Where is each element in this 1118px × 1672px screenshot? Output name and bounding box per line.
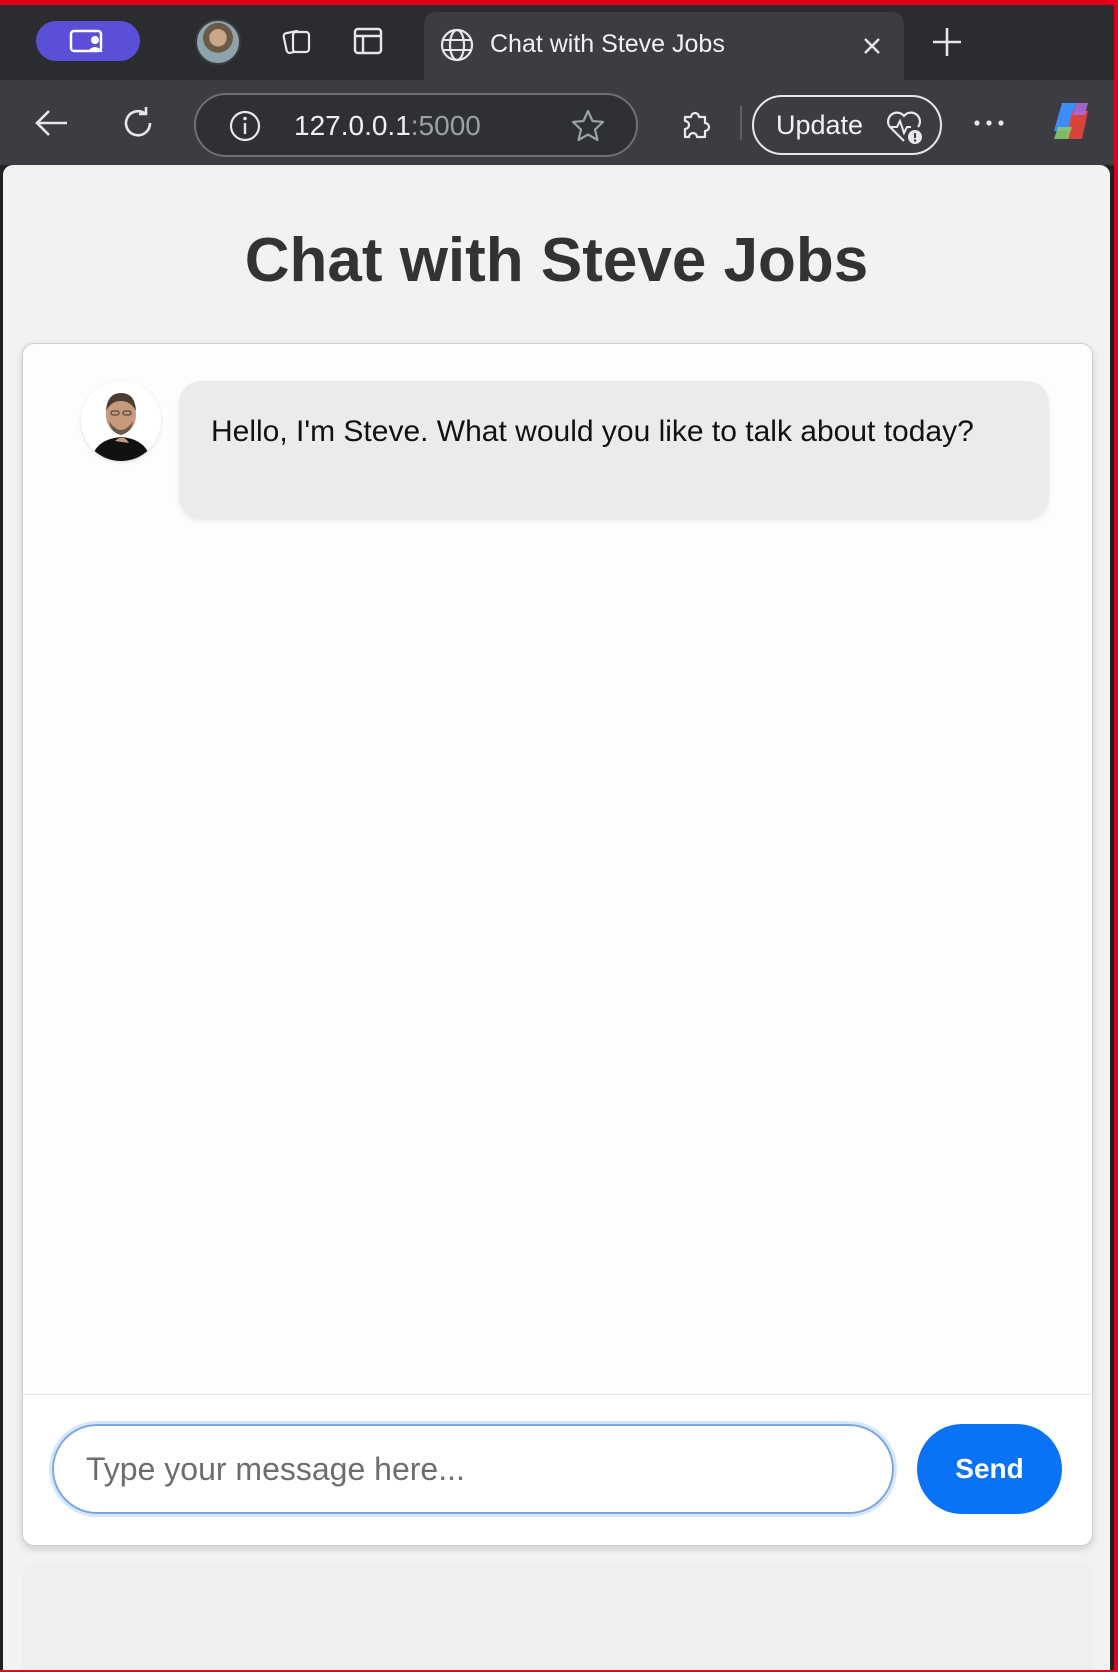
sidebar-icon	[353, 27, 383, 55]
send-button[interactable]: Send	[917, 1424, 1062, 1514]
more-button[interactable]	[966, 100, 1012, 146]
chat-container: Hello, I'm Steve. What would you like to…	[22, 343, 1093, 1546]
refresh-button[interactable]	[115, 100, 161, 146]
steve-portrait-icon	[81, 381, 161, 461]
page-footer-area	[22, 1565, 1093, 1670]
back-button[interactable]	[28, 100, 74, 146]
refresh-icon	[124, 107, 152, 137]
info-icon[interactable]	[228, 109, 262, 143]
new-tab-icon[interactable]	[928, 23, 966, 61]
tab-title: Chat with Steve Jobs	[490, 30, 725, 58]
workspaces-icon	[69, 29, 103, 53]
copilot-icon[interactable]	[1048, 97, 1096, 145]
globe-icon	[440, 28, 474, 62]
favorite-star-icon[interactable]	[570, 108, 606, 144]
collections-button[interactable]	[278, 21, 318, 61]
update-button[interactable]: Update	[752, 95, 942, 155]
input-area: Send	[23, 1394, 1092, 1545]
update-label: Update	[776, 110, 864, 140]
message-input[interactable]	[49, 1421, 897, 1517]
heartbeat-icon	[887, 111, 922, 144]
back-icon	[35, 110, 67, 136]
url-text[interactable]: 127.0.0.1:5000	[294, 110, 481, 142]
steve-avatar	[81, 381, 161, 461]
page-viewport: Chat with Steve Jobs Hello, I'm Steve. W…	[3, 165, 1110, 1670]
tab-strip: Chat with Steve Jobs	[0, 5, 1114, 80]
address-bar[interactable]: 127.0.0.1:5000	[194, 93, 638, 157]
sidebar-button[interactable]	[348, 21, 388, 61]
collections-icon	[282, 30, 311, 54]
message-list[interactable]: Hello, I'm Steve. What would you like to…	[23, 344, 1092, 1394]
url-port: :5000	[410, 110, 481, 141]
extensions-icon	[683, 111, 711, 139]
close-icon[interactable]	[856, 30, 888, 62]
browser-toolbar: 127.0.0.1:5000 Update	[0, 80, 1114, 165]
workspaces-button[interactable]	[36, 21, 140, 61]
page-title: Chat with Steve Jobs	[244, 226, 869, 295]
profile-avatar[interactable]	[195, 19, 241, 65]
url-host: 127.0.0.1	[294, 110, 411, 141]
browser-window: Chat with Steve Jobs 127.0.0.1:5000 Upda…	[0, 5, 1114, 1670]
message-bubble: Hello, I'm Steve. What would you like to…	[179, 381, 1049, 519]
toolbar-divider	[740, 106, 742, 140]
active-tab[interactable]: Chat with Steve Jobs	[424, 12, 904, 80]
extensions-button[interactable]	[672, 100, 718, 146]
more-icon	[974, 120, 1004, 126]
